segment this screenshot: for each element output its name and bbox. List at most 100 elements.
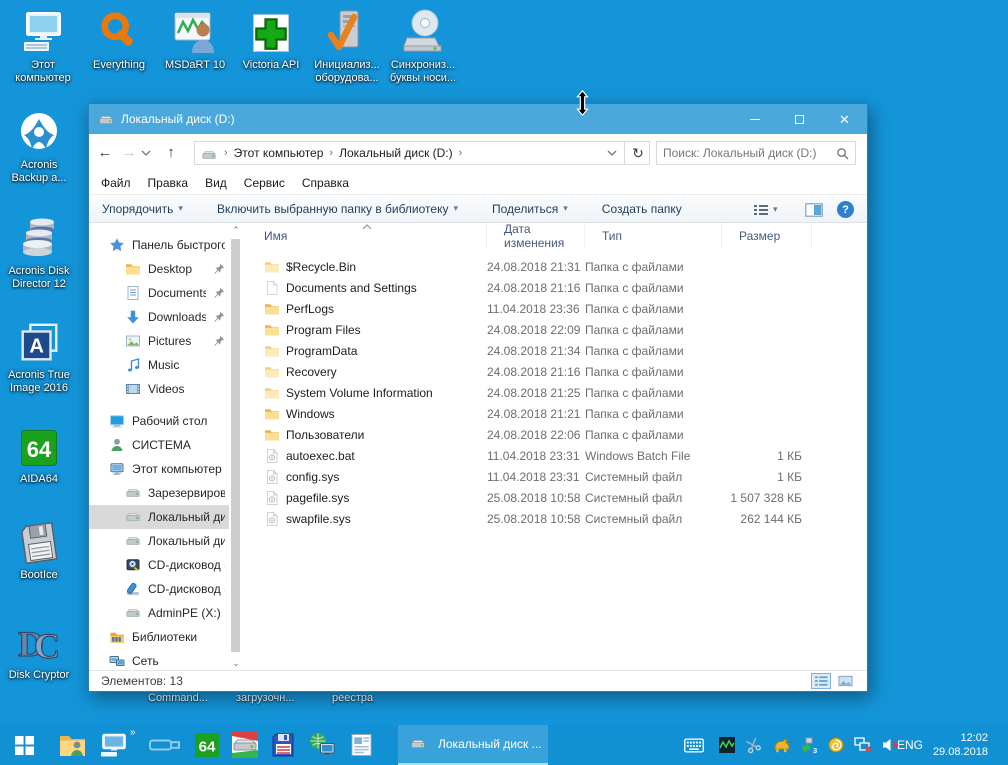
refresh-button[interactable]: ↻	[627, 145, 649, 162]
file-row[interactable]: pagefile.sys25.08.2018 10:58Системный фа…	[247, 487, 867, 508]
nav-item-CD-дисковод ([interactable]: CD-дисковод (	[89, 553, 229, 577]
address-dropdown-chevron-icon[interactable]	[602, 150, 622, 156]
file-row[interactable]: System Volume Information24.08.2018 21:2…	[247, 382, 867, 403]
desktop-icon-init-hardware[interactable]: Инициализ...оборудова...	[310, 6, 384, 85]
nav-item-Downloads[interactable]: Downloads	[89, 305, 229, 329]
close-button[interactable]: ✕	[822, 104, 867, 134]
column-header-Дата изменения[interactable]: Дата изменения	[487, 223, 585, 248]
command-Включить выбранную папку в библиотеку[interactable]: Включить выбранную папку в библиотеку▾	[217, 202, 458, 216]
column-header-Тип[interactable]: Тип	[585, 223, 722, 248]
menu-Вид[interactable]: Вид	[205, 176, 227, 190]
address-bar[interactable]: › Этот компьютер›Локальный диск (D:)› ↻	[194, 141, 650, 165]
column-header-Размер[interactable]: Размер	[722, 223, 812, 248]
language-indicator[interactable]: ENG	[897, 725, 923, 765]
nav-item-AdminPE (X:)[interactable]: AdminPE (X:)	[89, 601, 229, 625]
file-row[interactable]: $Recycle.Bin24.08.2018 21:31Папка с файл…	[247, 256, 867, 277]
file-row[interactable]: config.sys11.04.2018 23:31Системный файл…	[247, 466, 867, 487]
file-row[interactable]: Windows24.08.2018 21:21Папка с файлами	[247, 403, 867, 424]
start-button[interactable]	[0, 725, 48, 765]
nav-item-Music[interactable]: Music	[89, 353, 229, 377]
views-button[interactable]: ▾	[753, 195, 778, 224]
scroll-down-icon[interactable]: ⌄	[229, 656, 243, 670]
recent-locations-chevron-icon[interactable]	[141, 150, 159, 156]
nav-item-Панель быстрого[interactable]: Панель быстрого	[89, 233, 229, 257]
search-box[interactable]: Поиск: Локальный диск (D:)	[656, 141, 856, 165]
desktop-icon-msdart-10[interactable]: MSDaRT 10	[158, 6, 232, 72]
file-row[interactable]: swapfile.sys25.08.2018 10:58Системный фа…	[247, 508, 867, 529]
tray-usb-eject-icon[interactable]: 3	[798, 736, 818, 754]
nav-item-Локальный ди[interactable]: Локальный ди	[89, 529, 229, 553]
tray-hw-monitor-icon[interactable]	[717, 736, 737, 754]
taskbar-user-folder-icon[interactable]	[52, 725, 92, 765]
command-Упорядочить[interactable]: Упорядочить▾	[102, 202, 183, 216]
file-row[interactable]: PerfLogs11.04.2018 23:36Папка с файлами	[247, 298, 867, 319]
nav-item-Desktop[interactable]: Desktop	[89, 257, 229, 281]
nav-item-СИСТЕМА[interactable]: СИСТЕМА	[89, 433, 229, 457]
tray-keyboard-icon[interactable]	[684, 736, 704, 754]
tray-network-disconnected-icon[interactable]	[853, 736, 873, 754]
menu-Правка[interactable]: Правка	[148, 176, 189, 190]
taskbar-floppy-save-icon[interactable]	[264, 725, 302, 765]
tray-scissors-icon[interactable]	[744, 736, 764, 754]
taskbar-usb-stick-icon[interactable]	[146, 725, 184, 765]
nav-item-label: Локальный ди	[148, 510, 225, 524]
taskbar-green-64-icon[interactable]: 64	[188, 725, 226, 765]
desktop-icon-acronis-disk-director[interactable]: Acronis DiskDirector 12	[2, 212, 76, 291]
nav-item-Локальный ди[interactable]: Локальный ди	[89, 505, 229, 529]
breadcrumb-item[interactable]: Локальный диск (D:)	[336, 146, 456, 160]
desktop-icon-disk-cryptor[interactable]: DCDisk Cryptor	[2, 616, 76, 682]
toolbar-overflow-chevron[interactable]: »	[130, 727, 136, 738]
nav-scrollbar[interactable]: ⌃ ⌄	[229, 223, 243, 670]
taskbar-computer-small-icon[interactable]	[94, 725, 134, 765]
file-row[interactable]: Program Files24.08.2018 22:09Папка с фай…	[247, 319, 867, 340]
desktop-icon-aida64[interactable]: 64AIDA64	[2, 420, 76, 486]
tray-yellow-dog-icon[interactable]	[771, 736, 791, 754]
taskbar-victoria-disk-icon[interactable]	[226, 725, 264, 765]
file-row[interactable]: Пользователи24.08.2018 22:06Папка с файл…	[247, 424, 867, 445]
preview-pane-button[interactable]	[805, 195, 823, 224]
desktop-icon-this-computer[interactable]: Этоткомпьютер	[6, 6, 80, 85]
taskbar-clock[interactable]: 12:02 29.08.2018	[933, 731, 988, 759]
file-row[interactable]: Documents and Settings24.08.2018 21:16Па…	[247, 277, 867, 298]
taskbar-window-button[interactable]: Локальный диск ...	[398, 725, 548, 765]
tray-gold-snail-icon[interactable]	[826, 736, 846, 754]
maximize-button[interactable]	[777, 104, 822, 134]
back-button[interactable]: ←	[93, 144, 117, 161]
up-button[interactable]: ↑	[159, 144, 183, 161]
nav-item-Videos[interactable]: Videos	[89, 377, 229, 401]
nav-item-Библиотеки[interactable]: Библиотеки	[89, 625, 229, 649]
scroll-up-icon[interactable]: ⌃	[229, 223, 243, 237]
taskbar-network-globe-icon[interactable]	[302, 725, 340, 765]
desktop-icon-sync-drive-letters[interactable]: Синхрониз...буквы носи...	[386, 6, 460, 85]
nav-item-Этот компьютер[interactable]: Этот компьютер	[89, 457, 229, 481]
menu-Сервис[interactable]: Сервис	[244, 176, 285, 190]
nav-item-Documents[interactable]: Documents	[89, 281, 229, 305]
details-view-button[interactable]	[811, 673, 831, 689]
large-icons-view-button[interactable]	[835, 673, 855, 689]
file-row[interactable]: autoexec.bat11.04.2018 23:31Windows Batc…	[247, 445, 867, 466]
window-titlebar[interactable]: Локальный диск (D:) ✕	[89, 104, 867, 134]
taskbar-image-viewer-icon[interactable]	[342, 725, 380, 765]
forward-button[interactable]: →	[117, 144, 141, 161]
help-button[interactable]: ?	[837, 195, 854, 224]
scrollbar-thumb[interactable]	[231, 239, 240, 652]
minimize-button[interactable]	[732, 104, 777, 134]
nav-item-CD-дисковод ([interactable]: CD-дисковод (	[89, 577, 229, 601]
nav-item-Сеть[interactable]: Сеть	[89, 649, 229, 670]
command-Создать папку[interactable]: Создать папку	[602, 202, 682, 216]
menu-Файл[interactable]: Файл	[101, 176, 131, 190]
desktop-icon-acronis-backup[interactable]: AcronisBackup a...	[2, 106, 76, 185]
column-header-Имя[interactable]: Имя	[247, 223, 487, 248]
desktop-icon-everything[interactable]: Everything	[82, 6, 156, 72]
file-row[interactable]: ProgramData24.08.2018 21:34Папка с файла…	[247, 340, 867, 361]
desktop-icon-victoria-api[interactable]: Victoria API	[234, 6, 308, 72]
breadcrumb-item[interactable]: Этот компьютер	[231, 146, 327, 160]
nav-item-Зарезервиров[interactable]: Зарезервиров	[89, 481, 229, 505]
command-Поделиться[interactable]: Поделиться▾	[492, 202, 568, 216]
nav-item-Рабочий стол[interactable]: Рабочий стол	[89, 409, 229, 433]
file-row[interactable]: Recovery24.08.2018 21:16Папка с файлами	[247, 361, 867, 382]
desktop-icon-bootice[interactable]: BootIce	[2, 516, 76, 582]
menu-Справка[interactable]: Справка	[302, 176, 349, 190]
nav-item-Pictures[interactable]: Pictures	[89, 329, 229, 353]
desktop-icon-acronis-true-image[interactable]: AAcronis TrueImage 2016	[2, 316, 76, 395]
